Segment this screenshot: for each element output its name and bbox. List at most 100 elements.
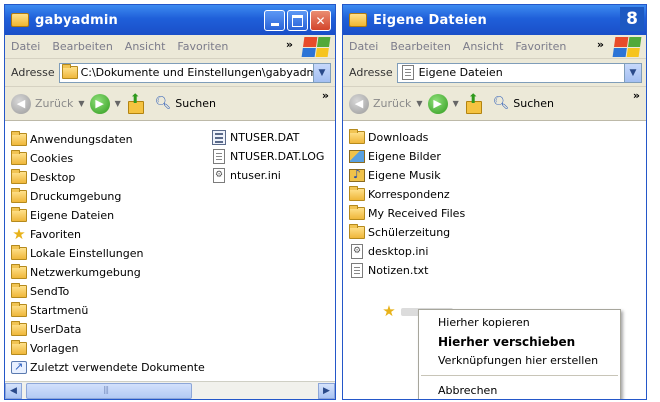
- menu-ansicht[interactable]: Ansicht: [463, 40, 504, 53]
- item-label: SendTo: [30, 285, 70, 298]
- toolbar-overflow-chevron[interactable]: »: [322, 89, 329, 102]
- menu-datei[interactable]: Datei: [11, 40, 40, 53]
- folder-icon: [11, 188, 27, 203]
- list-item[interactable]: Eigene Dateien: [11, 206, 205, 225]
- menu-ansicht[interactable]: Ansicht: [125, 40, 166, 53]
- back-dropdown-icon[interactable]: ▼: [78, 99, 84, 108]
- item-label: Korrespondenz: [368, 188, 450, 201]
- search-label: Suchen: [175, 97, 216, 110]
- search-icon: 🔍︎: [492, 96, 510, 111]
- menu-item-cancel[interactable]: Abbrechen: [419, 381, 620, 399]
- back-dropdown-icon[interactable]: ▼: [416, 99, 422, 108]
- item-label: Eigene Dateien: [30, 209, 115, 222]
- list-item[interactable]: NTUSER.DAT: [211, 128, 324, 147]
- item-label: Desktop: [30, 171, 76, 184]
- list-item[interactable]: Korrespondenz: [349, 185, 465, 204]
- settings-file-icon: [213, 168, 225, 183]
- forward-button[interactable]: ▶: [427, 93, 448, 114]
- address-dropdown-arrow[interactable]: ▼: [624, 63, 641, 82]
- list-item[interactable]: NTUSER.DAT.LOG: [211, 147, 324, 166]
- menu-bearbeiten[interactable]: Bearbeiten: [390, 40, 450, 53]
- menu-favoriten[interactable]: Favoriten: [177, 40, 228, 53]
- folder-icon: [11, 302, 27, 317]
- list-item[interactable]: Netzwerkumgebung: [11, 263, 205, 282]
- menu-overflow-chevron[interactable]: »: [597, 38, 604, 51]
- horizontal-scrollbar[interactable]: ◀ ▶: [5, 381, 335, 399]
- item-label: Favoriten: [30, 228, 81, 241]
- minimize-button[interactable]: [264, 10, 285, 31]
- list-item[interactable]: desktop.ini: [349, 242, 465, 261]
- title-bar[interactable]: Eigene Dateien 8: [343, 5, 646, 35]
- list-item[interactable]: SendTo: [11, 282, 205, 301]
- folder-icon: [11, 169, 27, 184]
- scroll-right-button[interactable]: ▶: [318, 382, 335, 399]
- forward-dropdown-icon[interactable]: ▼: [115, 99, 121, 108]
- title-bar[interactable]: gabyadmin ✕: [5, 5, 335, 35]
- address-field[interactable]: Eigene Dateien ▼: [396, 62, 642, 83]
- menu-bearbeiten[interactable]: Bearbeiten: [52, 40, 112, 53]
- search-button[interactable]: 🔍︎ Suchen: [493, 96, 554, 111]
- toolbar: ◀ Zurück ▼ ▶ ▼ 🔍︎ Suchen »: [343, 87, 646, 121]
- maximize-button[interactable]: [287, 10, 308, 31]
- close-button[interactable]: ✕: [310, 10, 331, 31]
- menu-overflow-chevron[interactable]: »: [286, 38, 293, 51]
- list-item[interactable]: Eigene Musik: [349, 166, 465, 185]
- menu-datei[interactable]: Datei: [349, 40, 378, 53]
- menu-bar: Datei Bearbeiten Ansicht Favoriten »: [343, 35, 646, 59]
- back-button[interactable]: ◀ Zurück: [11, 93, 73, 114]
- list-item[interactable]: Anwendungsdaten: [11, 130, 205, 149]
- item-label: Anwendungsdaten: [30, 133, 133, 146]
- menu-favoriten[interactable]: Favoriten: [515, 40, 566, 53]
- address-dropdown-arrow[interactable]: ▼: [313, 63, 330, 82]
- up-folder-icon[interactable]: [464, 92, 482, 114]
- list-item[interactable]: My Received Files: [349, 204, 465, 223]
- item-label: Schülerzeitung: [368, 226, 451, 239]
- list-item[interactable]: Desktop: [11, 168, 205, 187]
- item-label: UserData: [30, 323, 82, 336]
- scroll-left-button[interactable]: ◀: [5, 382, 22, 399]
- back-button[interactable]: ◀ Zurück: [349, 93, 411, 114]
- menu-item-move-here[interactable]: Hierher verschieben: [419, 332, 620, 351]
- file-pane[interactable]: Downloads Eigene Bilder Eigene Musik Korres…: [343, 122, 646, 399]
- menu-item-copy-here[interactable]: Hierher kopieren: [419, 313, 620, 332]
- windows-logo-icon: [612, 37, 642, 57]
- search-icon: 🔍︎: [154, 96, 172, 111]
- menu-bar: Datei Bearbeiten Ansicht Favoriten »: [5, 35, 335, 59]
- back-arrow-icon: ◀: [349, 93, 369, 114]
- folder-icon: [11, 207, 27, 222]
- folder-list: Anwendungsdaten Cookies Desktop Druckumgebu…: [11, 130, 205, 377]
- list-item[interactable]: ntuser.ini: [211, 166, 324, 185]
- item-label: desktop.ini: [368, 245, 429, 258]
- windows-logo-icon: [301, 37, 331, 57]
- file-pane[interactable]: Anwendungsdaten Cookies Desktop Druckumgebu…: [5, 122, 335, 381]
- list-item[interactable]: Eigene Bilder: [349, 147, 465, 166]
- list-item[interactable]: Schülerzeitung: [349, 223, 465, 242]
- list-item[interactable]: Druckumgebung: [11, 187, 205, 206]
- toolbar-overflow-chevron[interactable]: »: [633, 89, 640, 102]
- scroll-track[interactable]: [22, 382, 318, 399]
- list-item[interactable]: Vorlagen: [11, 339, 205, 358]
- forward-dropdown-icon[interactable]: ▼: [453, 99, 459, 108]
- list-item[interactable]: Downloads: [349, 128, 465, 147]
- search-button[interactable]: 🔍︎ Suchen: [155, 96, 216, 111]
- list-item[interactable]: Cookies: [11, 149, 205, 168]
- address-bar: Adresse C:\Dokumente und Einstellungen\g…: [5, 59, 335, 87]
- list-item[interactable]: UserData: [11, 320, 205, 339]
- list-item[interactable]: Zuletzt verwendete Dokumente: [11, 358, 205, 377]
- address-field[interactable]: C:\Dokumente und Einstellungen\gabyadmin…: [58, 62, 331, 83]
- list-item[interactable]: Startmenü: [11, 301, 205, 320]
- menu-item-create-shortcuts[interactable]: Verknüpfungen hier erstellen: [419, 351, 620, 370]
- drag-drop-context-menu: Hierher kopieren Hierher verschieben Ver…: [418, 309, 621, 399]
- list-item[interactable]: Notizen.txt: [349, 261, 465, 280]
- forward-button[interactable]: ▶: [89, 93, 110, 114]
- list-item[interactable]: ★ Favoriten: [11, 225, 205, 244]
- list-item[interactable]: Lokale Einstellungen: [11, 244, 205, 263]
- address-bar: Adresse Eigene Dateien ▼: [343, 59, 646, 87]
- folder-icon: [11, 340, 27, 355]
- star-icon: ★: [382, 302, 396, 320]
- address-label: Adresse: [11, 66, 55, 79]
- address-value: Eigene Dateien: [418, 66, 503, 79]
- item-label: Downloads: [368, 131, 429, 144]
- scroll-thumb[interactable]: [26, 382, 192, 399]
- up-folder-icon[interactable]: [126, 92, 144, 114]
